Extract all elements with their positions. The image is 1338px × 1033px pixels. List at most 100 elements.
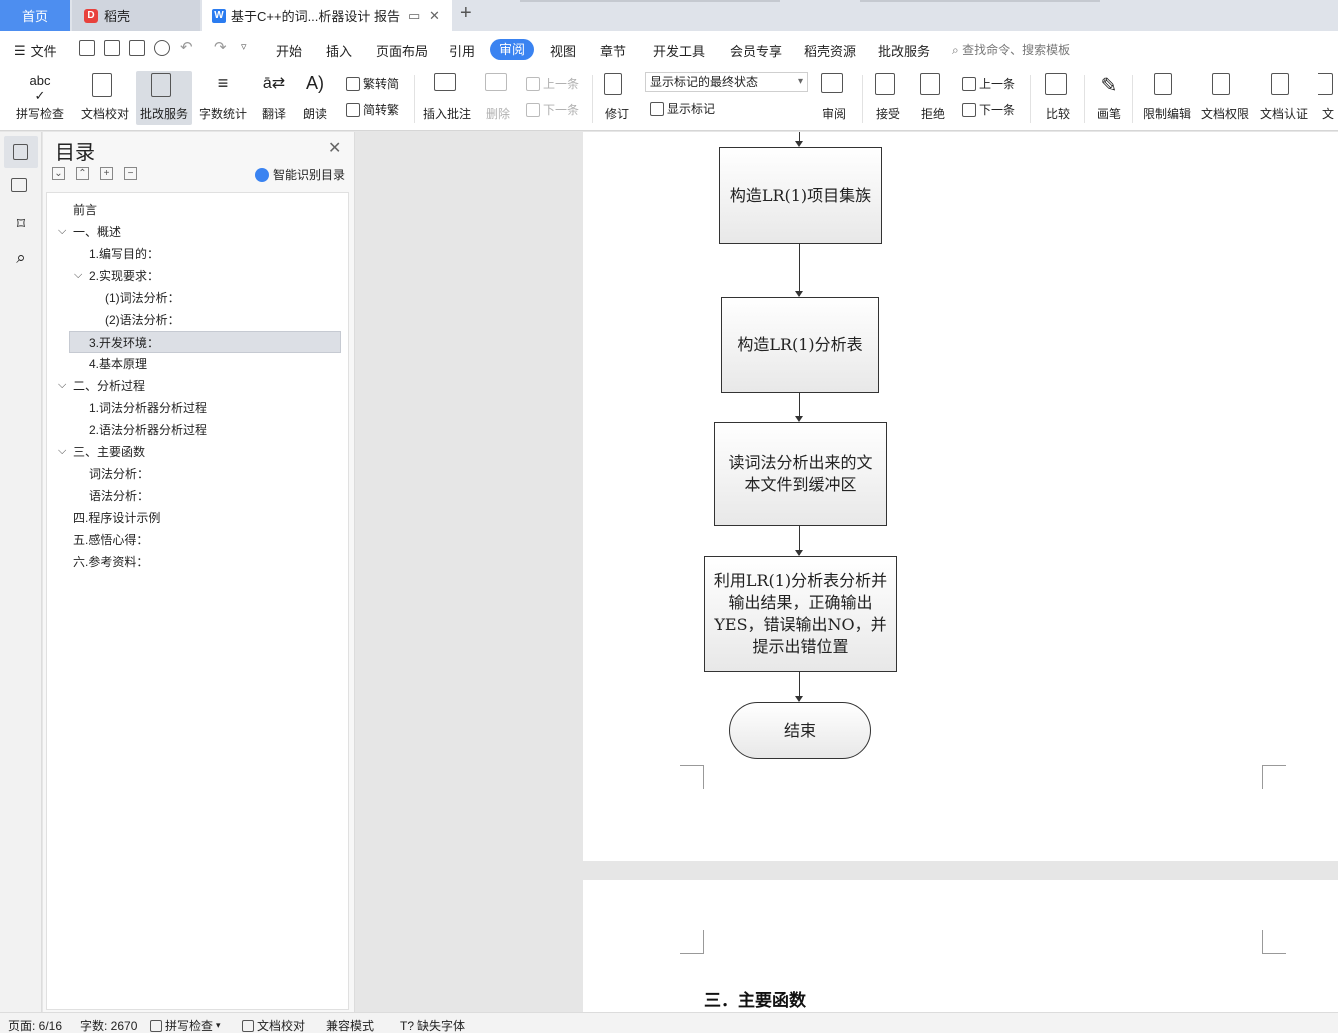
close-icon[interactable]: ✕ — [328, 138, 341, 158]
translate-button[interactable]: ā⇄ 翻译 — [254, 71, 294, 125]
next-comment-button[interactable]: 下一条 — [526, 101, 579, 118]
previous-comment-label: 上一条 — [543, 77, 580, 91]
command-search-placeholder: 查找命令、搜索模板 — [962, 43, 1071, 57]
traditional-to-simplified-button[interactable]: 繁转简 — [346, 75, 399, 92]
remove-heading-icon[interactable]: − — [124, 167, 137, 180]
status-spell-check[interactable]: 拼写检查 ▾ — [150, 1017, 221, 1033]
pin-tab-icon[interactable]: ▭ — [408, 8, 420, 24]
print-icon[interactable] — [129, 40, 145, 56]
document-permission-button[interactable]: 文档权限 — [1198, 71, 1252, 125]
read-aloud-button[interactable]: A) 朗读 — [298, 71, 332, 125]
toc-item[interactable]: (2)语法分析： — [105, 309, 180, 331]
toc-item[interactable]: (1)词法分析： — [105, 287, 180, 309]
menu-start[interactable]: 开始 — [276, 41, 302, 60]
review-pane-button[interactable]: 审阅 — [816, 71, 852, 125]
chapter-nav-icon[interactable] — [11, 178, 31, 198]
simplified-to-traditional-button[interactable]: 简转繁 — [346, 101, 399, 118]
toc-item[interactable]: 前言 — [73, 199, 97, 221]
toc-item[interactable]: 三、主要函数 — [73, 441, 145, 463]
toc-item[interactable]: 二、分析过程 — [73, 375, 145, 397]
next-comment-label: 下一条 — [543, 103, 580, 117]
expand-up-icon[interactable]: ⌃ — [76, 167, 89, 180]
toc-item[interactable]: 4.基本原理 — [89, 353, 147, 375]
spell-check-button[interactable]: abc ✓ 拼写检查 — [10, 71, 70, 125]
tab-daoke[interactable]: D 稻壳 — [72, 0, 200, 31]
reject-change-button[interactable]: 拒绝 — [914, 71, 952, 125]
bookmark-icon[interactable]: ⌑ — [11, 214, 31, 234]
toc-item-active[interactable]: 3.开发环境： — [69, 331, 341, 353]
file-menu-button[interactable]: ☰ 文件 — [14, 41, 57, 60]
insert-comment-button[interactable]: 插入批注 — [420, 71, 474, 125]
toc-item[interactable]: 1.词法分析器分析过程 — [89, 397, 207, 419]
command-search[interactable]: ⌕ 查找命令、搜索模板 — [952, 41, 1070, 58]
delete-comment-button[interactable]: 删除 — [480, 71, 516, 125]
compare-button[interactable]: 比较 — [1038, 71, 1078, 125]
reject-change-label: 拒绝 — [920, 107, 945, 121]
smart-toc-button[interactable]: 智能识别目录 — [255, 166, 345, 183]
document-certify-button[interactable]: 文档认证 — [1257, 71, 1311, 125]
chevron-down-icon[interactable]: ⌵ — [58, 225, 66, 238]
menu-chapter[interactable]: 章节 — [600, 41, 626, 60]
save-icon[interactable] — [79, 40, 95, 56]
toc-item[interactable]: 2.实现要求： — [89, 265, 159, 287]
review-service-button[interactable]: 批改服务 — [136, 71, 192, 125]
menu-daoke-resources[interactable]: 稻壳资源 — [804, 41, 856, 60]
menu-references[interactable]: 引用 — [449, 41, 475, 60]
new-tab-button[interactable]: + — [460, 2, 472, 25]
close-tab-icon[interactable]: ✕ — [429, 8, 440, 24]
chevron-down-icon[interactable]: ⌵ — [74, 269, 82, 282]
quick-access-dropdown-icon[interactable]: ▿ — [241, 40, 247, 53]
toc-item[interactable]: 1.编写目的： — [89, 243, 159, 265]
tab-home[interactable]: 首页 — [0, 0, 70, 31]
toc-item[interactable]: 词法分析： — [89, 463, 149, 485]
previous-comment-button[interactable]: 上一条 — [526, 75, 579, 92]
add-heading-icon[interactable]: + — [100, 167, 113, 180]
chevron-down-icon[interactable]: ⌵ — [58, 445, 66, 458]
chevron-down-icon[interactable]: ⌵ — [58, 379, 66, 392]
toc-item[interactable]: 语法分析： — [89, 485, 149, 507]
redo-icon[interactable]: ↷ — [214, 38, 227, 56]
print-preview-icon[interactable] — [154, 40, 170, 56]
previous-change-button[interactable]: 上一条 — [962, 75, 1015, 92]
show-markup-button[interactable]: 显示标记 — [650, 100, 715, 117]
document-page[interactable]: 三．主要函数 — [583, 880, 1338, 1012]
ribbon-overflow-button[interactable]: 文 — [1318, 71, 1338, 125]
toc-item[interactable]: 五.感悟心得： — [73, 529, 148, 551]
accept-change-button[interactable]: 接受 — [870, 71, 906, 125]
menu-review-service[interactable]: 批改服务 — [878, 41, 930, 60]
compat-mode-indicator[interactable]: 兼容模式 — [326, 1017, 374, 1033]
tab-document[interactable]: W 基于C++的词...析器设计 报告 ▭ ✕ — [202, 0, 452, 31]
toc-item[interactable]: 四.程序设计示例 — [73, 507, 160, 529]
page-margin-mark — [680, 765, 704, 789]
document-canvas[interactable]: 构造LR(1)项目集族 构造LR(1)分析表 读词法分析出来的文本文件到缓冲区 … — [356, 132, 1338, 1012]
collapse-all-icon[interactable]: ⌄ — [52, 167, 65, 180]
toc-item[interactable]: 一、概述 — [73, 221, 121, 243]
pen-icon: ✎ — [1100, 75, 1118, 97]
word-count-button[interactable]: ≡ 字数统计 — [196, 71, 250, 125]
menu-insert[interactable]: 插入 — [326, 41, 352, 60]
proofread-button[interactable]: 文档校对 — [78, 71, 132, 125]
pen-label: 画笔 — [1096, 107, 1121, 121]
search-icon[interactable]: ⌕ — [11, 248, 31, 268]
page-indicator[interactable]: 页面: 6/16 — [8, 1017, 62, 1033]
toc-item[interactable]: 2.语法分析器分析过程 — [89, 419, 207, 441]
menu-developer[interactable]: 开发工具 — [653, 41, 705, 60]
markup-state-select[interactable]: 显示标记的最终状态 — [645, 72, 808, 92]
status-proofread[interactable]: 文档校对 — [242, 1017, 305, 1033]
undo-icon[interactable]: ↶ — [180, 38, 193, 56]
pen-button[interactable]: ✎ 画笔 — [1092, 71, 1126, 125]
next-change-button[interactable]: 下一条 — [962, 101, 1015, 118]
toc-panel-toggle[interactable] — [4, 136, 38, 168]
menu-member[interactable]: 会员专享 — [730, 41, 782, 60]
restrict-editing-button[interactable]: 限制编辑 — [1140, 71, 1194, 125]
word-count-indicator[interactable]: 字数: 2670 — [80, 1017, 137, 1033]
missing-font-button[interactable]: T? 缺失字体 — [400, 1017, 465, 1033]
toc-item[interactable]: 六.参考资料： — [73, 551, 148, 573]
status-proofread-label: 文档校对 — [257, 1019, 306, 1033]
document-page[interactable]: 构造LR(1)项目集族 构造LR(1)分析表 读词法分析出来的文本文件到缓冲区 … — [583, 132, 1338, 861]
menu-view[interactable]: 视图 — [550, 41, 576, 60]
export-pdf-icon[interactable] — [104, 40, 120, 56]
track-changes-button[interactable]: 修订 — [598, 71, 636, 125]
menu-page-layout[interactable]: 页面布局 — [376, 41, 428, 60]
menu-review[interactable]: 审阅 — [490, 39, 534, 60]
